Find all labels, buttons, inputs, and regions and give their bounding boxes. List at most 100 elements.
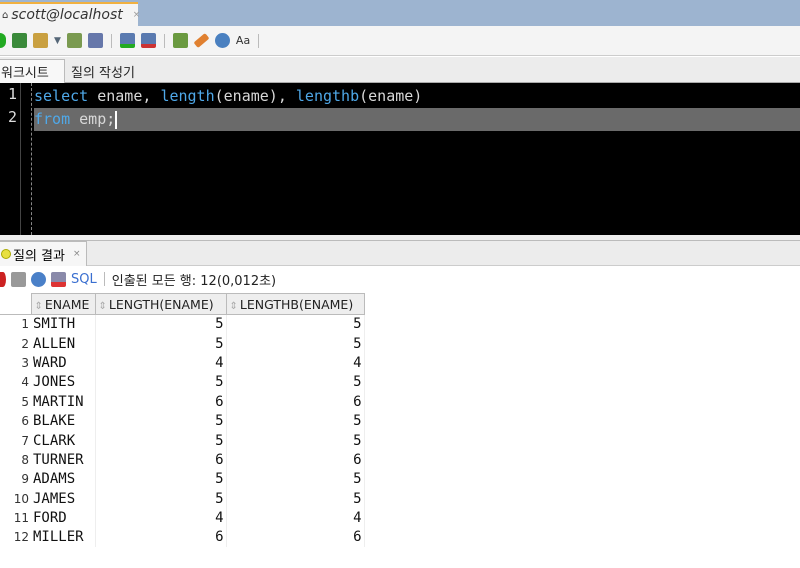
sql-text: ename, (88, 87, 161, 105)
cell-ename[interactable]: JONES (31, 372, 96, 393)
code-line[interactable]: select ename, length(ename), lengthb(ena… (34, 85, 422, 108)
rollback-db-icon[interactable] (140, 33, 156, 48)
cell-length[interactable]: 6 (95, 527, 227, 548)
table-row[interactable]: 8 TURNER 6 6 (0, 450, 365, 470)
commit-db-icon[interactable] (119, 33, 135, 48)
row-number: 7 (21, 433, 29, 448)
result-toolbar: SQL 인출된 모든 행: 12(0,012초) (0, 266, 800, 292)
cell-lengthb[interactable]: 5 (226, 489, 365, 509)
sql-button[interactable]: SQL (71, 272, 97, 287)
column-header-length[interactable]: ⇕ LENGTH(ENAME) (94, 293, 227, 315)
dropdown-arrow-icon[interactable]: ▼ (54, 36, 61, 46)
cell-length[interactable]: 5 (95, 411, 227, 431)
close-tab-icon[interactable]: × (73, 249, 81, 259)
cell-lengthb[interactable]: 4 (226, 353, 365, 373)
eraser-icon[interactable] (193, 32, 210, 49)
cell-length[interactable]: 5 (95, 314, 227, 334)
close-tab-icon[interactable]: × (133, 10, 141, 20)
cell-lengthb[interactable]: 5 (226, 469, 365, 490)
toolbar-separator (258, 33, 260, 48)
cell-ename[interactable]: JAMES (31, 489, 96, 509)
cell-ename[interactable]: CLARK (31, 430, 96, 451)
format-case-icon[interactable]: Aa (236, 34, 250, 47)
cell-length[interactable]: 5 (95, 333, 227, 354)
table-row[interactable]: 6 BLAKE 5 5 (0, 411, 365, 431)
toolbar-separator (163, 33, 165, 48)
sort-icon: ⇕ (98, 300, 107, 312)
sort-icon: ⇕ (34, 300, 43, 312)
cell-length[interactable]: 5 (95, 489, 227, 509)
cell-ename[interactable]: WARD (31, 353, 96, 373)
row-number: 12 (13, 530, 29, 545)
row-number: 4 (21, 375, 29, 390)
cell-lengthb[interactable]: 6 (226, 450, 365, 470)
run-statement-icon[interactable] (0, 33, 6, 48)
row-number: 9 (21, 472, 29, 487)
table-row[interactable]: 5 MARTIN 6 6 (0, 392, 365, 412)
cell-ename[interactable]: MARTIN (31, 392, 96, 412)
cell-ename[interactable]: TURNER (31, 450, 96, 470)
cell-length[interactable]: 5 (95, 469, 227, 490)
cell-lengthb[interactable]: 5 (226, 333, 365, 354)
cell-ename[interactable]: SMITH (31, 314, 96, 334)
worksheet-tabs: 워크시트 질의 작성기 (0, 57, 800, 83)
commit-icon[interactable] (33, 33, 48, 48)
row-number: 6 (21, 414, 29, 429)
table-row[interactable]: 11 FORD 4 4 (0, 508, 365, 528)
column-header-ename[interactable]: ⇕ ENAME (30, 293, 96, 315)
cell-lengthb[interactable]: 6 (226, 392, 365, 412)
text-cursor (115, 110, 118, 129)
cell-length[interactable]: 5 (95, 372, 227, 393)
table-row[interactable]: 9 ADAMS 5 5 (0, 469, 365, 490)
column-header-lengthb[interactable]: ⇕ LENGTHB(ENAME) (225, 293, 365, 315)
cell-lengthb[interactable]: 5 (226, 411, 365, 431)
cell-lengthb[interactable]: 5 (226, 314, 365, 334)
cell-lengthb[interactable]: 5 (226, 372, 365, 393)
table-row[interactable]: 10 JAMES 5 5 (0, 489, 365, 509)
row-number: 8 (21, 452, 29, 467)
tab-query-builder[interactable]: 질의 작성기 (65, 59, 141, 83)
table-row[interactable]: 7 CLARK 5 5 (0, 430, 365, 451)
cell-length[interactable]: 4 (95, 353, 227, 373)
refresh-icon[interactable] (31, 271, 46, 287)
history-icon[interactable] (214, 33, 230, 48)
sort-icon: ⇕ (229, 300, 238, 312)
cell-length[interactable]: 4 (95, 508, 227, 528)
cell-lengthb[interactable]: 4 (226, 508, 365, 528)
sql-keyword: length (160, 87, 215, 105)
autotrace-icon[interactable] (87, 33, 103, 48)
connection-tab[interactable]: ⌂ scott@localhost × (0, 2, 141, 26)
cell-length[interactable]: 6 (95, 450, 227, 470)
cell-length[interactable]: 6 (95, 392, 227, 412)
cell-length[interactable]: 5 (95, 430, 227, 451)
table-row[interactable]: 4 JONES 5 5 (0, 372, 365, 393)
cell-ename[interactable]: BLAKE (31, 411, 96, 431)
code-line-current[interactable]: from emp; (34, 108, 800, 131)
sql-text: (ename) (359, 87, 423, 105)
pin-icon[interactable] (0, 271, 6, 287)
line-number-gutter: 1 2 (0, 83, 21, 235)
table-row[interactable]: 1 SMITH 5 5 (0, 314, 365, 334)
row-number: 5 (21, 394, 29, 409)
toolbar-separator (103, 272, 105, 286)
explain-plan-icon[interactable] (66, 33, 82, 48)
cancel-icon[interactable] (51, 271, 66, 287)
table-row[interactable]: 3 WARD 4 4 (0, 353, 365, 373)
cell-ename[interactable]: MILLER (31, 527, 96, 548)
run-script-icon[interactable] (12, 33, 27, 48)
tab-query-result[interactable]: 질의 결과 × (0, 241, 87, 266)
print-icon[interactable] (11, 271, 26, 287)
cell-lengthb[interactable]: 6 (226, 527, 365, 548)
cell-ename[interactable]: ALLEN (31, 333, 96, 354)
sql-tuning-icon[interactable] (172, 33, 188, 48)
cell-ename[interactable]: ADAMS (31, 469, 96, 490)
cell-ename[interactable]: FORD (31, 508, 96, 528)
table-row[interactable]: 2 ALLEN 5 5 (0, 333, 365, 354)
row-number: 11 (13, 511, 29, 526)
cell-lengthb[interactable]: 5 (226, 430, 365, 451)
row-number: 1 (21, 317, 29, 332)
sql-editor[interactable]: 1 2 select ename, length(ename), lengthb… (0, 83, 800, 235)
toolbar-separator (110, 33, 112, 48)
table-row[interactable]: 12 MILLER 6 6 (0, 527, 365, 548)
tab-worksheet[interactable]: 워크시트 (0, 59, 65, 83)
